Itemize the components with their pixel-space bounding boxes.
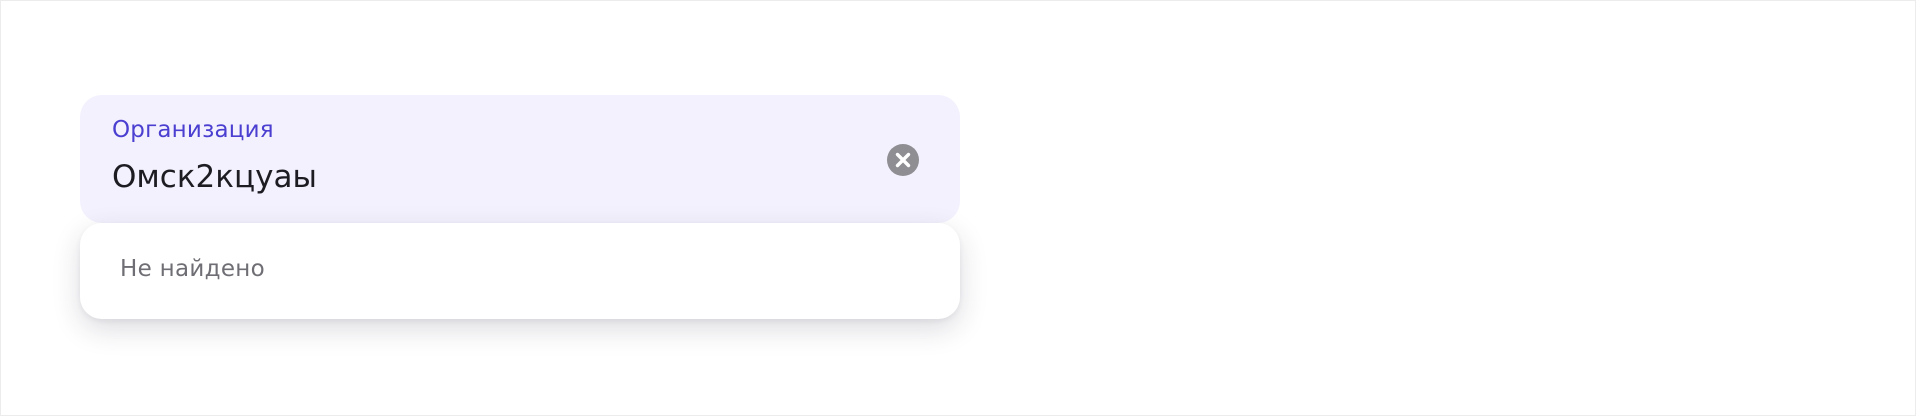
no-results-message: Не найдено [120, 256, 265, 282]
organization-field-label: Организация [112, 117, 274, 143]
organization-combobox[interactable]: Организация Омск2кцуаы [80, 95, 960, 223]
suggestions-dropdown: Не найдено [80, 223, 960, 319]
organization-input[interactable]: Омск2кцуаы [112, 159, 317, 195]
clear-icon[interactable] [887, 144, 919, 176]
